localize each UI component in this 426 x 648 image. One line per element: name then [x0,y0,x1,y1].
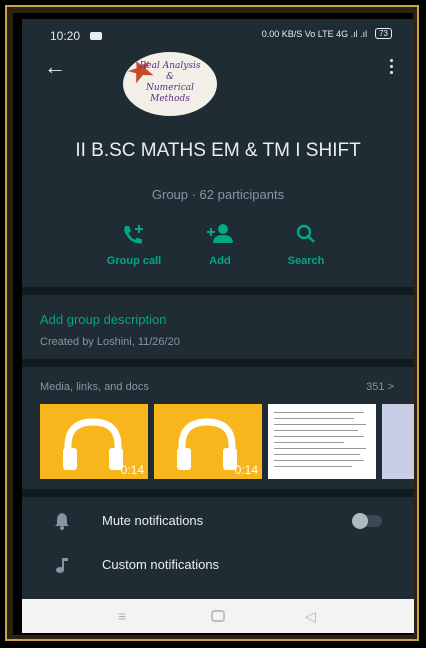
search-icon [296,224,315,243]
android-nav-bar: ≡ ◁ [22,599,414,633]
section-divider [22,489,414,497]
media-thumb-audio[interactable]: 0:14 [154,404,262,479]
audio-duration: 0:14 [120,463,144,477]
media-thumb-image[interactable] [382,404,414,479]
avatar-line: Methods [150,94,190,104]
back-arrow-icon[interactable]: ← [44,56,66,78]
home-icon[interactable] [211,609,225,625]
setting-label: Custom notifications [102,557,220,572]
audio-duration: 0:14 [234,463,258,477]
phone-screen: 10:20 0.00 KB/S Vo LTE 4G .ıl .ıl 73 ← R… [22,19,414,633]
created-by-text: Created by Loshini, 11/26/20 [40,336,180,348]
group-avatar[interactable]: Real Analysis & Numerical Methods [123,52,217,116]
setting-label: Mute notifications [102,513,204,528]
back-triangle-icon[interactable]: ◁ [305,608,316,625]
status-bar: 10:20 0.00 KB/S Vo LTE 4G .ıl .ıl 73 [22,19,414,55]
more-options-icon[interactable] [390,59,394,77]
mute-toggle[interactable] [352,513,382,529]
action-label: Search [287,255,325,267]
section-divider [22,359,414,367]
add-call-icon [124,225,143,244]
group-call-button[interactable]: Group call [94,223,174,267]
search-button[interactable]: Search [266,223,346,267]
add-description-link[interactable]: Add group description [40,312,166,327]
media-thumb-audio[interactable]: 0:14 [40,404,148,479]
avatar-line: Numerical [146,83,194,93]
add-person-icon [207,224,233,243]
status-indicators: 0.00 KB/S Vo LTE 4G .ıl .ıl 73 [262,28,392,39]
group-name: II B.SC MATHS EM & TM I SHIFT [75,140,361,161]
status-time: 10:20 [50,29,81,43]
media-count[interactable]: 351 > [366,381,394,393]
menu-icon[interactable]: ≡ [118,608,126,624]
group-subtitle: Group · 62 participants [151,187,285,202]
headphones-icon [177,418,237,470]
cast-icon [90,32,102,40]
mute-notifications-row[interactable]: Mute notifications [22,505,414,537]
media-section-title[interactable]: Media, links, and docs [40,381,149,393]
add-participant-button[interactable]: Add [180,223,260,267]
toggle-knob [352,513,368,529]
battery-icon: 73 [375,28,392,39]
headphones-icon [63,418,123,470]
action-label: Add [209,255,231,267]
bell-icon [55,513,69,530]
avatar-line: & [165,72,174,82]
section-divider [22,287,414,295]
chevron-right-icon: > [387,381,394,393]
avatar-line: Real Analysis [139,61,201,71]
media-thumb-document[interactable] [268,404,376,479]
action-label: Group call [106,255,162,267]
custom-notifications-row[interactable]: Custom notifications [22,549,414,581]
network-status: 0.00 KB/S Vo LTE 4G .ıl .ıl [261,28,368,39]
music-note-icon [56,558,68,573]
